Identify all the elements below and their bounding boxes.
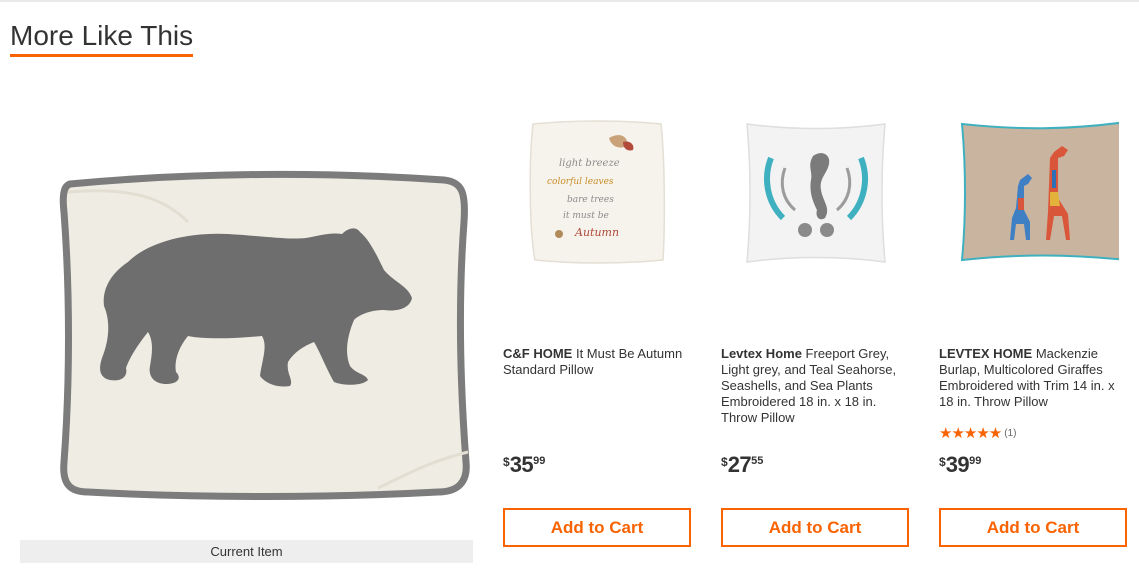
product-card: Levtex Home Freeport Grey, Light grey, a… bbox=[721, 100, 909, 570]
product-brand: C&F HOME bbox=[503, 346, 573, 361]
rating-stars-icon: ★★★★★ bbox=[939, 425, 1002, 442]
product-rating[interactable]: ★★★★★ (1) bbox=[939, 424, 1017, 442]
product-title-link[interactable]: Levtex Home Freeport Grey, Light grey, a… bbox=[721, 346, 909, 426]
product-price: $2755 bbox=[721, 452, 763, 478]
product-title-link[interactable]: LEVTEX HOME Mackenzie Burlap, Multicolor… bbox=[939, 346, 1127, 410]
price-cents: 99 bbox=[533, 455, 546, 467]
rating-count: (1) bbox=[1004, 427, 1017, 439]
add-to-cart-button[interactable]: Add to Cart bbox=[939, 508, 1127, 547]
price-currency: $ bbox=[939, 455, 946, 469]
add-to-cart-button[interactable]: Add to Cart bbox=[721, 508, 909, 547]
price-currency: $ bbox=[721, 455, 728, 469]
pillow-text-line-1: light breeze bbox=[559, 158, 620, 169]
pillow-text-line-5: Autumn bbox=[574, 226, 619, 239]
product-price: $3999 bbox=[939, 452, 981, 478]
price-cents: 99 bbox=[969, 455, 982, 467]
top-divider bbox=[0, 0, 1139, 2]
price-dollars: 27 bbox=[727, 452, 752, 477]
price-dollars: 39 bbox=[945, 452, 970, 477]
price-cents: 55 bbox=[751, 455, 764, 467]
pillow-text-line-2: colorful leaves bbox=[547, 177, 614, 187]
product-brand: Levtex Home bbox=[721, 346, 802, 361]
product-image[interactable] bbox=[741, 118, 891, 268]
product-price: $3599 bbox=[503, 452, 545, 478]
bear-pillow-image[interactable] bbox=[48, 162, 474, 502]
pillow-text-line-3: bare trees bbox=[567, 195, 614, 205]
product-image[interactable] bbox=[947, 118, 1119, 268]
acorn-icon bbox=[555, 230, 563, 238]
price-dollars: 35 bbox=[509, 452, 534, 477]
pillow-text-line-4: it must be bbox=[563, 211, 609, 221]
current-item-label: Current Item bbox=[20, 540, 473, 563]
product-card: light breeze colorful leaves bare trees … bbox=[503, 100, 691, 570]
section-title: More Like This bbox=[10, 19, 194, 57]
price-currency: $ bbox=[503, 455, 510, 469]
add-to-cart-button[interactable]: Add to Cart bbox=[503, 508, 691, 547]
product-image[interactable]: light breeze colorful leaves bare trees … bbox=[523, 118, 673, 268]
current-item: Current Item bbox=[20, 100, 473, 563]
product-card: LEVTEX HOME Mackenzie Burlap, Multicolor… bbox=[939, 100, 1127, 570]
product-title-link[interactable]: C&F HOME It Must Be Autumn Standard Pill… bbox=[503, 346, 691, 378]
product-brand: LEVTEX HOME bbox=[939, 346, 1033, 361]
